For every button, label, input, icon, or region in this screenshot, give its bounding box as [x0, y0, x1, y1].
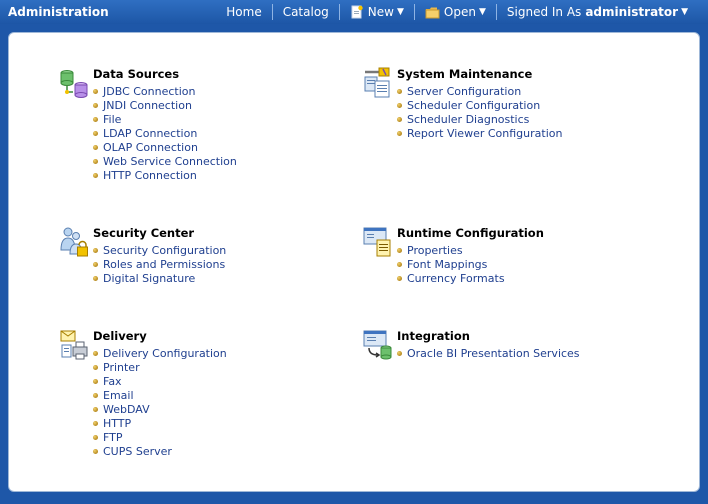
- link-digital-signature[interactable]: Digital Signature: [93, 271, 226, 285]
- bullet-icon: [93, 448, 98, 454]
- bullet-icon: [93, 172, 98, 178]
- section-title: Integration: [397, 329, 470, 343]
- chevron-down-icon: ▼: [478, 7, 486, 17]
- bullet-icon: [93, 88, 98, 94]
- link-jndi-connection[interactable]: JNDI Connection: [93, 98, 237, 112]
- home-link[interactable]: Home: [220, 5, 267, 19]
- link-report-viewer-configuration[interactable]: Report Viewer Configuration: [397, 126, 562, 140]
- link-oracle-bi-presentation-services[interactable]: Oracle BI Presentation Services: [397, 346, 580, 360]
- bullet-icon: [397, 102, 402, 108]
- link-cups-server[interactable]: CUPS Server: [93, 444, 227, 458]
- link-email[interactable]: Email: [93, 388, 227, 402]
- chevron-down-icon: ▼: [396, 7, 404, 17]
- new-menu-label: New: [367, 5, 394, 19]
- link-http-connection[interactable]: HTTP Connection: [93, 168, 237, 182]
- bullet-icon: [93, 350, 98, 356]
- link-list: Properties Font Mappings Currency Format…: [397, 243, 505, 285]
- link-list: Server Configuration Scheduler Configura…: [397, 84, 562, 140]
- bullet-icon: [93, 130, 98, 136]
- bullet-icon: [93, 434, 98, 440]
- link-ldap-connection[interactable]: LDAP Connection: [93, 126, 237, 140]
- link-security-configuration[interactable]: Security Configuration: [93, 243, 226, 257]
- bullet-icon: [397, 275, 402, 281]
- link-scheduler-configuration[interactable]: Scheduler Configuration: [397, 98, 562, 112]
- admin-panel: Data Sources JDBC Connection JNDI Connec…: [8, 32, 700, 492]
- link-olap-connection[interactable]: OLAP Connection: [93, 140, 237, 154]
- username: administrator: [585, 5, 679, 19]
- link-list: Security Configuration Roles and Permiss…: [93, 243, 226, 285]
- section-title: Delivery: [93, 329, 147, 343]
- bullet-icon: [397, 247, 402, 253]
- bullet-icon: [93, 378, 98, 384]
- folder-icon: [425, 7, 440, 18]
- bullet-icon: [93, 406, 98, 412]
- bullet-icon: [93, 364, 98, 370]
- security-users-icon: [60, 227, 88, 257]
- bullet-icon: [93, 261, 98, 267]
- bullet-icon: [397, 261, 402, 267]
- bullet-icon: [93, 420, 98, 426]
- bullet-icon: [93, 392, 98, 398]
- link-list: Oracle BI Presentation Services: [397, 346, 580, 360]
- nav-divider: [338, 4, 340, 20]
- bullet-icon: [93, 158, 98, 164]
- link-printer[interactable]: Printer: [93, 360, 227, 374]
- maintenance-tools-icon: [364, 67, 390, 98]
- database-icon: [60, 70, 88, 98]
- bullet-icon: [397, 88, 402, 94]
- nav-divider: [271, 4, 273, 20]
- bullet-icon: [93, 102, 98, 108]
- integration-icon: [363, 330, 392, 360]
- new-menu[interactable]: New ▼: [344, 5, 410, 19]
- link-web-service-connection[interactable]: Web Service Connection: [93, 154, 237, 168]
- link-properties[interactable]: Properties: [397, 243, 505, 257]
- bottom-frame: [0, 496, 708, 504]
- user-menu[interactable]: Signed In As administrator ▼: [501, 5, 694, 19]
- link-list: Delivery Configuration Printer Fax Email…: [93, 346, 227, 458]
- link-http[interactable]: HTTP: [93, 416, 227, 430]
- section-title: Security Center: [93, 226, 195, 240]
- open-menu[interactable]: Open ▼: [419, 5, 492, 19]
- nav-divider: [495, 4, 497, 20]
- app-title: Administration: [8, 5, 109, 19]
- bullet-icon: [397, 350, 402, 356]
- link-fax[interactable]: Fax: [93, 374, 227, 388]
- runtime-config-icon: [363, 227, 391, 257]
- link-ftp[interactable]: FTP: [93, 430, 227, 444]
- bullet-icon: [397, 130, 402, 136]
- global-nav: Home Catalog New ▼ Open ▼ Signed In As a…: [220, 0, 694, 24]
- bullet-icon: [93, 275, 98, 281]
- nav-divider: [413, 4, 415, 20]
- bullet-icon: [93, 247, 98, 253]
- new-document-icon: [351, 5, 363, 19]
- link-currency-formats[interactable]: Currency Formats: [397, 271, 505, 285]
- section-title: Data Sources: [93, 67, 180, 81]
- section-title: Runtime Configuration: [397, 226, 544, 240]
- link-delivery-configuration[interactable]: Delivery Configuration: [93, 346, 227, 360]
- link-webdav[interactable]: WebDAV: [93, 402, 227, 416]
- top-header: Administration Home Catalog New ▼ Open ▼: [0, 0, 708, 24]
- link-server-configuration[interactable]: Server Configuration: [397, 84, 562, 98]
- link-font-mappings[interactable]: Font Mappings: [397, 257, 505, 271]
- link-jdbc-connection[interactable]: JDBC Connection: [93, 84, 237, 98]
- chevron-down-icon: ▼: [681, 7, 688, 17]
- bullet-icon: [397, 116, 402, 122]
- bullet-icon: [93, 144, 98, 150]
- open-menu-label: Open: [443, 5, 476, 19]
- link-list: JDBC Connection JNDI Connection File LDA…: [93, 84, 237, 182]
- link-roles-and-permissions[interactable]: Roles and Permissions: [93, 257, 226, 271]
- section-title: System Maintenance: [397, 67, 533, 81]
- link-file[interactable]: File: [93, 112, 237, 126]
- link-scheduler-diagnostics[interactable]: Scheduler Diagnostics: [397, 112, 562, 126]
- signed-in-label: Signed In As: [506, 5, 582, 19]
- catalog-link[interactable]: Catalog: [277, 5, 335, 19]
- delivery-icon: [60, 330, 88, 360]
- bullet-icon: [93, 116, 98, 122]
